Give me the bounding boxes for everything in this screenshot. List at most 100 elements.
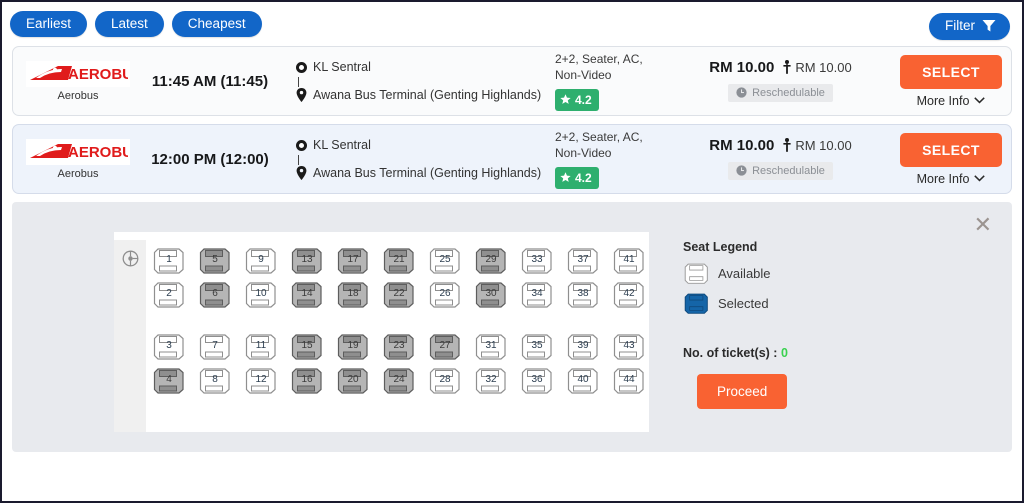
seat-icon: [337, 334, 368, 360]
steering-wheel-icon: [122, 250, 138, 267]
seat-2[interactable]: 2: [152, 280, 190, 310]
seat-38[interactable]: 38: [566, 280, 604, 310]
seat-10[interactable]: 10: [244, 280, 282, 310]
seat-icon: [245, 282, 276, 308]
aerobus-logo-icon: AEROBUS: [30, 65, 128, 83]
rating-value: 4.2: [575, 170, 592, 185]
seat-40[interactable]: 40: [566, 366, 604, 396]
seat-icon: [429, 368, 460, 394]
seat-row: 1 5 9 13 17 21 25 29 33 37 41: [152, 246, 650, 280]
seat-8[interactable]: 8: [198, 366, 236, 396]
chevron-down-icon: [974, 97, 986, 104]
reschedulable-badge: Reschedulable: [728, 83, 833, 102]
seat-30: 30: [474, 280, 512, 310]
seat-43[interactable]: 43: [612, 332, 650, 362]
seat-35[interactable]: 35: [520, 332, 558, 362]
table-row[interactable]: AEROBUS Aerobus 12:00 PM (12:00) KL Sent…: [12, 124, 1012, 194]
seat-7[interactable]: 7: [198, 332, 236, 362]
seat-icon: [291, 282, 322, 308]
seat-31[interactable]: 31: [474, 332, 512, 362]
booking-page: Earliest Latest Cheapest Filter AEROBUS: [0, 0, 1024, 503]
origin-dot-icon: [296, 139, 307, 151]
bus-results-list: AEROBUS Aerobus 11:45 AM (11:45) KL Sent…: [2, 46, 1022, 194]
seat-icon: [567, 368, 598, 394]
reschedulable-badge: Reschedulable: [728, 161, 833, 180]
seat-42[interactable]: 42: [612, 280, 650, 310]
seat-5: 5: [198, 246, 236, 276]
map-pin-icon: [296, 88, 307, 102]
ticket-count-row: No. of ticket(s) : 0: [683, 346, 788, 360]
seat-37[interactable]: 37: [566, 246, 604, 276]
rating-badge: 4.2: [555, 166, 599, 189]
operator-name: Aerobus: [57, 89, 99, 102]
seat-34[interactable]: 34: [520, 280, 558, 310]
seat-14: 14: [290, 280, 328, 310]
seat-25[interactable]: 25: [428, 246, 466, 276]
seat-icon: [475, 368, 506, 394]
star-icon: [560, 94, 571, 105]
legend-selected-label: Selected: [718, 295, 769, 311]
more-info-toggle[interactable]: More Info: [917, 94, 986, 108]
seat-row: 3 7 11 15 19 23 27 31 35 39 43: [152, 332, 650, 366]
price-per-pax: RM 10.00: [795, 59, 852, 75]
select-button[interactable]: SELECT: [900, 132, 1002, 167]
close-icon[interactable]: ✕: [974, 214, 992, 236]
map-pin-icon: [296, 166, 307, 180]
reschedulable-label: Reschedulable: [752, 86, 825, 99]
seat-1[interactable]: 1: [152, 246, 190, 276]
rating-value: 4.2: [575, 92, 592, 107]
seat-icon: [521, 248, 552, 274]
seat-39[interactable]: 39: [566, 332, 604, 362]
seat-icon: [429, 334, 460, 360]
seat-9[interactable]: 9: [244, 246, 282, 276]
seat-18: 18: [336, 280, 374, 310]
seat-29: 29: [474, 246, 512, 276]
seat-icon: [521, 368, 552, 394]
filter-button[interactable]: Filter: [929, 13, 1010, 40]
toolbar: Earliest Latest Cheapest Filter: [2, 2, 1022, 46]
price-total: RM 10.00: [709, 136, 775, 154]
seat-available-icon: [684, 263, 708, 284]
more-info-toggle[interactable]: More Info: [917, 172, 986, 186]
seat-32[interactable]: 32: [474, 366, 512, 396]
seat-26[interactable]: 26: [428, 280, 466, 310]
operator-cell: AEROBUS Aerobus: [17, 138, 135, 180]
destination-stop: Awana Bus Terminal (Genting Highlands): [293, 163, 555, 183]
seat-11[interactable]: 11: [244, 332, 282, 362]
seat-icon: [383, 282, 414, 308]
sort-cheapest-button[interactable]: Cheapest: [171, 10, 262, 38]
seat-icon: [291, 334, 322, 360]
proceed-button[interactable]: Proceed: [697, 374, 788, 409]
action-cell: SELECT More Info: [895, 132, 1007, 186]
destination-stop: Awana Bus Terminal (Genting Highlands): [293, 85, 555, 105]
seat-row: 2 6 10 14 18 22 26 30 34 38 42: [152, 280, 650, 314]
seat-3[interactable]: 3: [152, 332, 190, 362]
operator-name: Aerobus: [57, 167, 99, 180]
person-icon: [783, 60, 791, 75]
price-line: RM 10.00 RM 10.00: [670, 59, 891, 76]
seat-33[interactable]: 33: [520, 246, 558, 276]
seat-12[interactable]: 12: [244, 366, 282, 396]
operator-cell: AEROBUS Aerobus: [17, 60, 135, 102]
price-cell: RM 10.00 RM 10.00 Reschedulable: [670, 59, 895, 104]
table-row[interactable]: AEROBUS Aerobus 11:45 AM (11:45) KL Sent…: [12, 46, 1012, 116]
seat-icon: [475, 282, 506, 308]
seat-19: 19: [336, 332, 374, 362]
seat-icon: [291, 368, 322, 394]
aerobus-logo-icon: AEROBUS: [30, 143, 128, 161]
seat-41[interactable]: 41: [612, 246, 650, 276]
seat-icon: [567, 248, 598, 274]
seat-legend-title: Seat Legend: [683, 240, 758, 254]
seat-36[interactable]: 36: [520, 366, 558, 396]
sort-earliest-button[interactable]: Earliest: [10, 10, 88, 38]
seat-28[interactable]: 28: [428, 366, 466, 396]
route-cell: KL Sentral Awana Bus Terminal (Genting H…: [285, 57, 555, 105]
seat-16: 16: [290, 366, 328, 396]
seat-44[interactable]: 44: [612, 366, 650, 396]
sort-latest-button[interactable]: Latest: [95, 10, 164, 38]
seat-icon: [153, 334, 184, 360]
seat-icon: [245, 248, 276, 274]
select-button[interactable]: SELECT: [900, 54, 1002, 89]
seat-17: 17: [336, 246, 374, 276]
rating-badge: 4.2: [555, 88, 599, 111]
